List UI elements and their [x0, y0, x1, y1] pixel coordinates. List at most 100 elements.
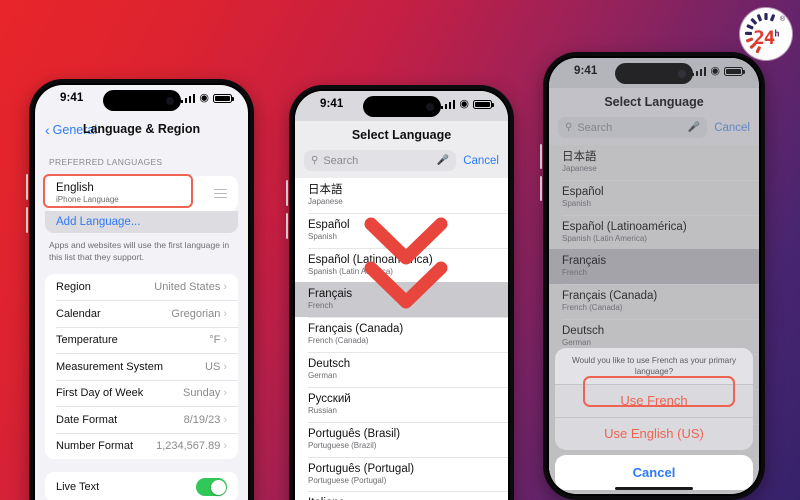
dynamic-island [615, 63, 693, 84]
logo-text: 24h [753, 27, 779, 49]
language-native: Italiano [308, 496, 497, 500]
24h-logo: ® 24h [740, 8, 792, 60]
volume-up-button[interactable] [26, 174, 28, 200]
search-placeholder: Search [577, 121, 613, 134]
volume-down-button[interactable] [540, 176, 542, 201]
double-chevron-down-arrow-annotation [364, 217, 448, 309]
list-item[interactable]: Español Spanish [549, 179, 759, 215]
volume-up-button[interactable] [286, 180, 288, 206]
language-native: Français (Canada) [562, 290, 658, 303]
language-subtitle: iPhone Language [56, 195, 119, 205]
row-value: 1,234,567.89 › [156, 440, 227, 453]
cellular-bars-icon [180, 94, 196, 103]
row-value: US › [205, 360, 227, 373]
preferred-languages-note: Apps and websites will use the first lan… [49, 239, 230, 262]
volume-down-button[interactable] [286, 213, 288, 239]
wifi-icon: ◉ [459, 98, 469, 110]
row-label: Date Format [56, 413, 118, 426]
dynamic-island [362, 96, 441, 117]
search-input[interactable]: ⚲ Search 🎤 [304, 150, 457, 171]
phone-1-language-and-region: 9:41 ◉ ‹ General Language & Region PREFE… [26, 79, 254, 500]
add-language-button[interactable]: Add Language... [45, 210, 238, 233]
table-row[interactable]: Calendar Gregorian › [45, 300, 238, 327]
front-camera-icon [678, 69, 686, 78]
status-time: 9:41 [60, 92, 84, 104]
language-native: Русский [308, 392, 351, 405]
language-english: Japanese [308, 197, 343, 207]
table-row[interactable]: Region United States › [45, 274, 238, 301]
row-value: United States › [154, 281, 227, 294]
cancel-button[interactable]: Cancel [463, 155, 499, 167]
table-row[interactable]: Number Format 1,234,567.89 › [45, 432, 238, 460]
phone-3-use-french-prompt: 9:41 ◉ Select Language ⚲ Search 🎤 Cancel… [540, 52, 765, 500]
list-item[interactable]: Português (Portugal) Portuguese (Portugal… [295, 456, 508, 492]
list-item[interactable]: 日本語 Japanese [295, 178, 508, 213]
live-text-row[interactable]: Live Text [45, 472, 238, 500]
search-placeholder: Search [323, 154, 359, 167]
list-item[interactable]: Español (Latinoamérica) Spanish (Latin Am… [549, 214, 759, 250]
back-button-label: General [52, 123, 98, 137]
select-language-header: Select Language ⚲ Search 🎤 Cancel [549, 88, 759, 145]
language-row-english[interactable]: English iPhone Language [45, 176, 238, 211]
live-text-toggle[interactable] [196, 478, 227, 497]
live-text-card: Live Text [45, 472, 238, 500]
language-native: Português (Brasil) [308, 427, 401, 440]
chevron-right-icon: › [223, 360, 227, 373]
use-english-us-button[interactable]: Use English (US) [555, 417, 753, 450]
row-label: Region [56, 281, 91, 294]
search-input[interactable]: ⚲ Search 🎤 [558, 117, 708, 138]
table-row[interactable]: Date Format 8/19/23 › [45, 406, 238, 433]
live-text-label: Live Text [56, 481, 100, 494]
row-value: Gregorian › [171, 307, 227, 320]
language-english: Spanish (Latin America) [562, 233, 647, 243]
row-label: Calendar [56, 307, 101, 320]
microphone-icon[interactable]: 🎤 [688, 122, 700, 133]
row-label: Temperature [56, 334, 118, 347]
volume-up-button[interactable] [540, 144, 542, 169]
list-item-selected-french[interactable]: Français French [549, 249, 759, 285]
cancel-button[interactable]: Cancel [714, 122, 750, 134]
select-language-header: Select Language ⚲ Search 🎤 Cancel [295, 121, 508, 178]
row-value: °F › [209, 334, 227, 347]
list-item[interactable]: ItalianoItalian [295, 491, 508, 500]
list-item[interactable]: РусскийRussian [295, 386, 508, 422]
list-item[interactable]: Français (Canada) French (Canada) [295, 317, 508, 353]
table-row[interactable]: First Day of Week Sunday › [45, 379, 238, 407]
table-row[interactable]: Temperature °F › [45, 326, 238, 354]
row-label: First Day of Week [56, 387, 144, 400]
search-row: ⚲ Search 🎤 Cancel [295, 150, 508, 178]
action-sheet-group: Would you like to use French as your pri… [555, 347, 753, 450]
language-title: English [56, 182, 94, 194]
table-row[interactable]: Measurement System US › [45, 353, 238, 380]
list-item[interactable]: Português (Brasil)Portuguese (Brazil) [295, 421, 508, 457]
volume-down-button[interactable] [26, 207, 28, 233]
language-native: 日本語 [562, 151, 597, 163]
navigation-bar: ‹ General Language & Region [35, 115, 248, 145]
language-native: Español (Latinoamérica) [562, 220, 687, 233]
reorder-handle-icon[interactable] [214, 188, 227, 198]
chevron-right-icon: › [223, 334, 227, 347]
region-settings-card: Region United States › Calendar Gregorian… [45, 273, 238, 460]
sheet-title: Select Language [604, 95, 704, 109]
language-native: Deutsch [308, 358, 351, 371]
microphone-icon[interactable]: 🎤 [437, 155, 449, 166]
row-value: 8/19/23 › [183, 413, 227, 426]
status-bar: 9:41 ◉ [549, 58, 759, 88]
list-item[interactable]: Deutsch German [295, 352, 508, 387]
home-indicator[interactable] [615, 486, 693, 490]
language-english: Portuguese (Brazil) [308, 440, 377, 450]
language-english: Russian [308, 405, 337, 415]
section-header-preferred-languages: PREFERRED LANGUAGES [49, 157, 163, 167]
back-button-general[interactable]: ‹ General [45, 123, 97, 137]
list-item[interactable]: Français (Canada) French (Canada) [549, 284, 759, 320]
registered-mark: ® [779, 16, 785, 23]
phone-3-screen: 9:41 ◉ Select Language ⚲ Search 🎤 Cancel… [549, 58, 759, 494]
status-time: 9:41 [574, 65, 598, 77]
action-sheet-message: Would you like to use French as your pri… [555, 347, 753, 384]
cancel-button[interactable]: Cancel [555, 455, 753, 490]
use-french-button[interactable]: Use French [555, 384, 753, 417]
list-item[interactable]: 日本語 Japanese [549, 145, 759, 180]
front-camera-icon [165, 96, 174, 105]
chevron-right-icon: › [223, 307, 227, 320]
language-english: French (Canada) [308, 336, 369, 346]
